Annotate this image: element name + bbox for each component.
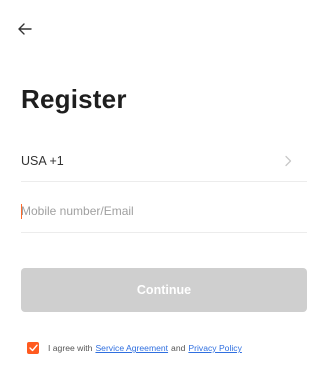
privacy-policy-link[interactable]: Privacy Policy [188, 343, 241, 353]
continue-button[interactable]: Continue [21, 268, 307, 312]
text-cursor [21, 204, 22, 219]
agreement-row: I agree with Service Agreement and Priva… [27, 342, 242, 354]
page-title: Register [21, 84, 127, 114]
agree-checkbox[interactable] [27, 342, 39, 354]
service-agreement-link[interactable]: Service Agreement [95, 343, 168, 353]
chevron-right-icon [281, 154, 295, 168]
account-input-row [21, 192, 307, 233]
back-button[interactable] [14, 18, 36, 40]
agree-text: I agree with [48, 343, 93, 353]
country-code-label: USA +1 [21, 154, 64, 168]
and-text: and [171, 343, 186, 353]
mobile-email-input[interactable] [21, 192, 307, 230]
checkmark-icon [28, 344, 38, 352]
country-selector[interactable]: USA +1 [21, 141, 307, 182]
back-arrow-icon [18, 23, 32, 35]
register-screen: Register USA +1 Continue I agree with Se… [0, 0, 314, 371]
